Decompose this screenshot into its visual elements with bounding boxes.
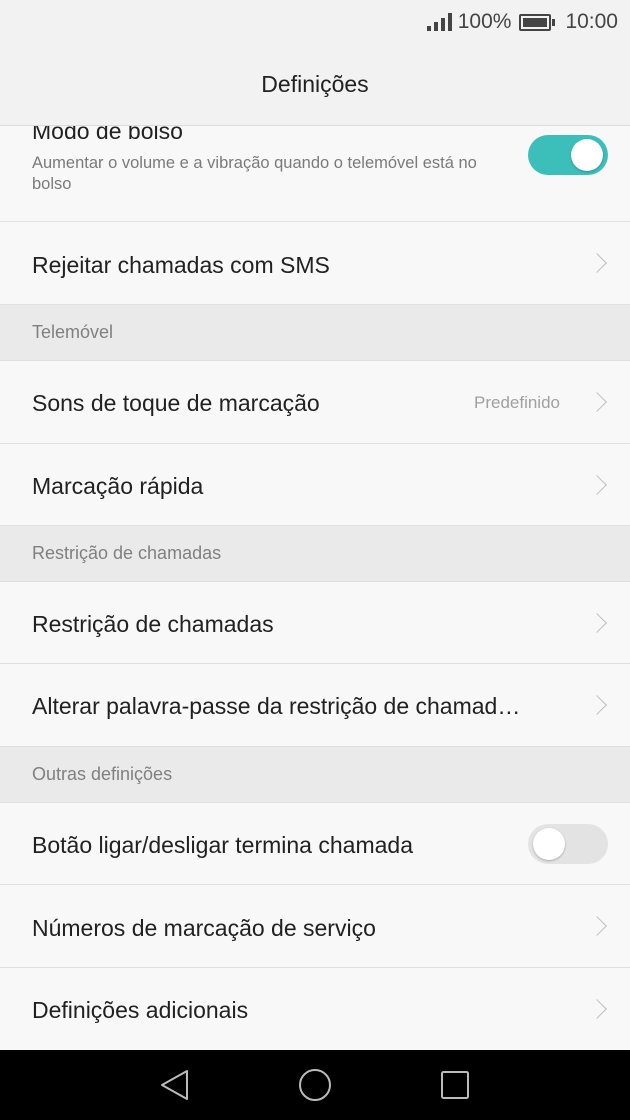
speed-dial-item[interactable]: Marcação rápida [0, 444, 630, 526]
clock: 10:00 [565, 10, 618, 33]
settings-list[interactable]: Modo de bolso Aumentar o volume e a vibr… [0, 126, 630, 1050]
chevron-right-icon [587, 999, 607, 1019]
section-label: Restrição de chamadas [32, 543, 222, 563]
power-ends-call-title: Botão ligar/desligar termina chamada [32, 832, 413, 858]
ringtone-item[interactable]: Sons de toque de marcação Predefinido [0, 361, 630, 444]
section-header-other: Outras definições [0, 747, 630, 803]
toggle-knob [533, 828, 565, 860]
chevron-right-icon [587, 253, 607, 273]
power-ends-call-toggle[interactable] [528, 824, 608, 864]
call-barring-title: Restrição de chamadas [32, 611, 274, 637]
chevron-right-icon [587, 916, 607, 936]
pocket-mode-toggle[interactable] [528, 135, 608, 175]
battery-icon [519, 13, 556, 31]
ringtone-title: Sons de toque de marcação [32, 390, 320, 416]
toggle-knob [571, 139, 603, 171]
change-barring-password-item[interactable]: Alterar palavra-passe da restrição de ch… [0, 664, 630, 747]
recents-icon[interactable] [439, 1068, 471, 1102]
pocket-mode-subtitle: Aumentar o volume e a vibração quando o … [32, 154, 477, 193]
call-barring-item[interactable]: Restrição de chamadas [0, 582, 630, 664]
chevron-right-icon [587, 475, 607, 495]
signal-icon [426, 13, 452, 31]
chevron-right-icon [587, 392, 607, 412]
chevron-right-icon [587, 695, 607, 715]
home-icon[interactable] [298, 1068, 332, 1102]
speed-dial-title: Marcação rápida [32, 473, 204, 499]
service-numbers-title: Números de marcação de serviço [32, 915, 376, 941]
service-numbers-item[interactable]: Números de marcação de serviço [0, 885, 630, 968]
ringtone-value: Predefinido [473, 393, 560, 412]
additional-settings-title: Definições adicionais [32, 997, 249, 1023]
power-ends-call-item[interactable]: Botão ligar/desligar termina chamada [0, 803, 630, 885]
back-icon[interactable] [158, 1068, 192, 1102]
pocket-mode-title: Modo de bolso [32, 126, 183, 144]
additional-settings-item[interactable]: Definições adicionais [0, 968, 630, 1050]
chevron-right-icon [587, 613, 607, 633]
section-label: Telemóvel [32, 322, 114, 342]
change-barring-password-title: Alterar palavra-passe da restrição de ch… [32, 693, 521, 719]
app-bar: Definições [0, 44, 630, 126]
battery-percent: 100% [457, 10, 512, 33]
navigation-bar [0, 1050, 630, 1120]
reject-sms-title: Rejeitar chamadas com SMS [32, 252, 330, 278]
pocket-mode-item[interactable]: Modo de bolso Aumentar o volume e a vibr… [0, 126, 630, 222]
section-header-call-barring: Restrição de chamadas [0, 526, 630, 582]
status-bar: 100% 10:00 [0, 0, 630, 44]
section-header-phone: Telemóvel [0, 305, 630, 361]
reject-sms-item[interactable]: Rejeitar chamadas com SMS [0, 222, 630, 305]
page-title: Definições [261, 71, 369, 97]
section-label: Outras definições [32, 764, 173, 784]
